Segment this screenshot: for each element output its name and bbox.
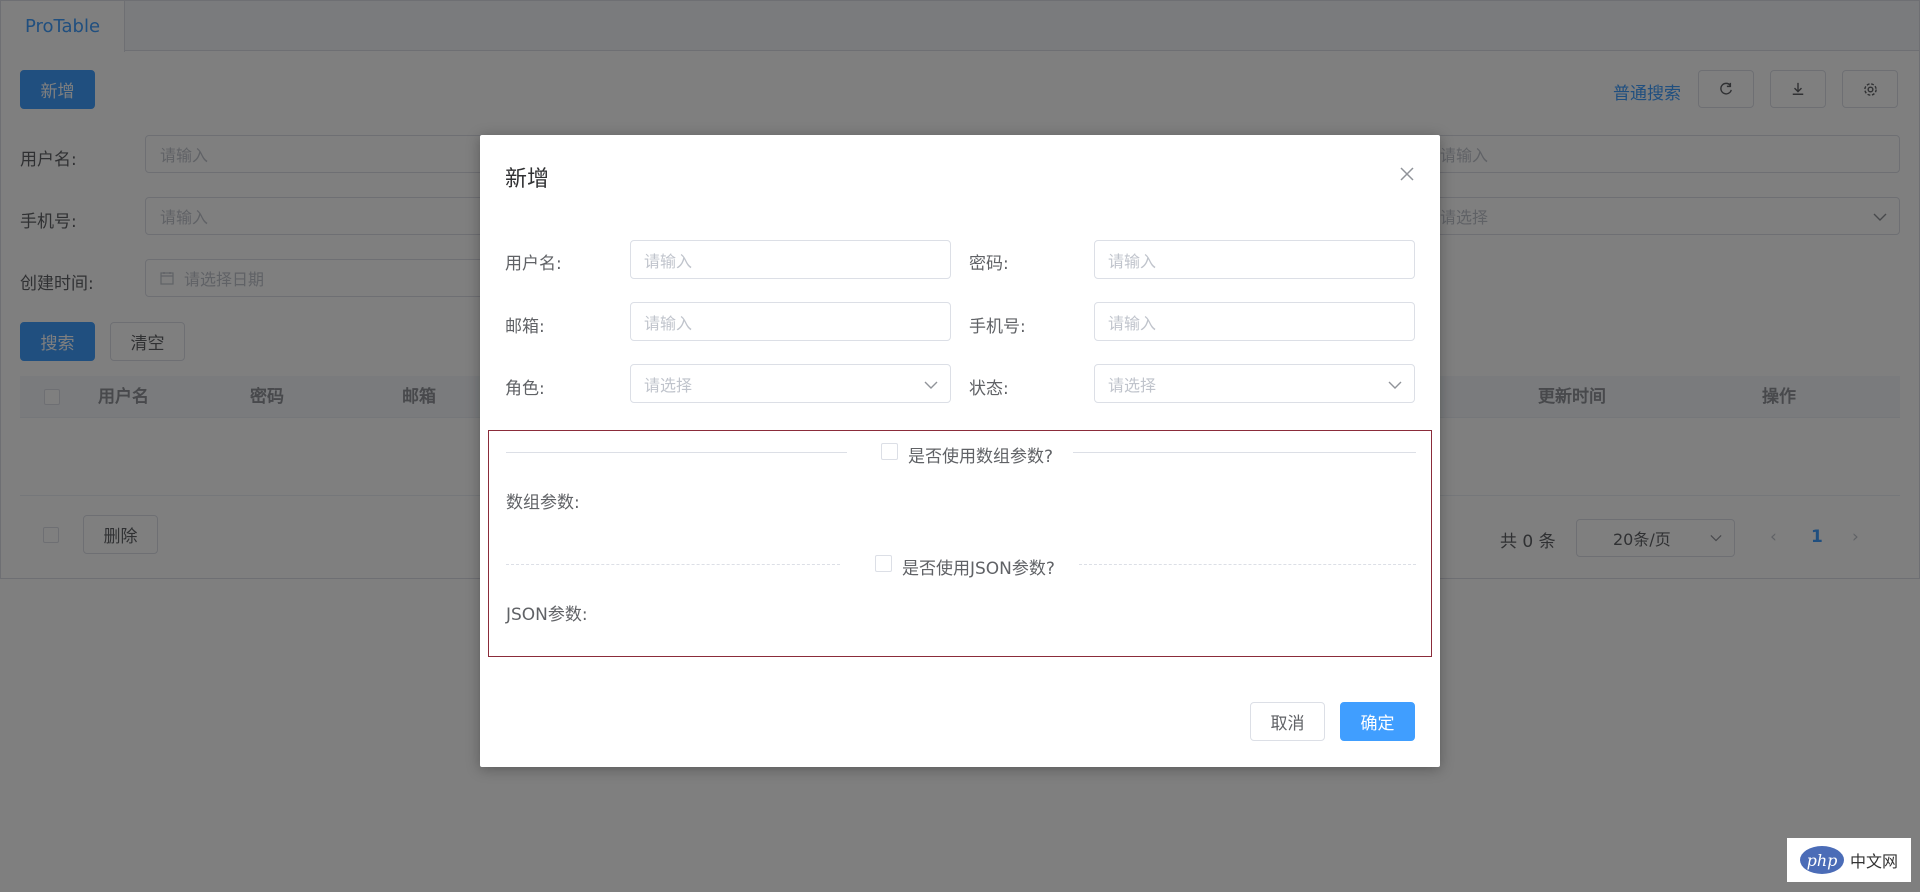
username-input[interactable]: 请输入 — [630, 240, 951, 279]
username-placeholder: 请输入 — [644, 251, 693, 271]
dialog-title: 新增 — [505, 167, 550, 192]
params-section: 是否使用数组参数? 数组参数: 是否使用JSON参数? JSON参数: — [488, 430, 1432, 657]
array-divider-left — [506, 452, 847, 453]
status-placeholder: 请选择 — [1108, 375, 1157, 395]
phone-label: 手机号: — [969, 317, 1026, 337]
password-placeholder: 请输入 — [1108, 251, 1157, 271]
role-label: 角色: — [505, 379, 545, 399]
chevron-down-icon — [924, 381, 938, 389]
status-select[interactable]: 请选择 — [1094, 364, 1415, 403]
site-watermark: php 中文网 — [1787, 838, 1911, 882]
confirm-button[interactable]: 确定 — [1340, 702, 1415, 741]
status-label: 状态: — [969, 379, 1009, 399]
array-params-checkbox[interactable] — [881, 443, 898, 460]
role-select[interactable]: 请选择 — [630, 364, 951, 403]
json-params-label: JSON参数: — [506, 605, 588, 625]
add-dialog: 新增 用户名: 请输入 密码: 请输入 邮箱: 请输入 手机号: 请输入 角色:… — [480, 135, 1440, 767]
role-placeholder: 请选择 — [644, 375, 693, 395]
phone-placeholder: 请输入 — [1108, 313, 1157, 333]
php-logo: php — [1799, 846, 1844, 874]
array-divider-right — [1073, 452, 1416, 453]
password-label: 密码: — [969, 254, 1009, 274]
array-params-label: 数组参数: — [506, 493, 580, 513]
json-params-checkbox[interactable] — [875, 555, 892, 572]
username-label: 用户名: — [505, 254, 562, 274]
phone-input[interactable]: 请输入 — [1094, 302, 1415, 341]
email-placeholder: 请输入 — [644, 313, 693, 333]
array-toggle-label[interactable]: 是否使用数组参数? — [908, 442, 1053, 467]
email-label: 邮箱: — [505, 317, 545, 337]
json-divider-right — [1079, 564, 1416, 565]
password-input[interactable]: 请输入 — [1094, 240, 1415, 279]
json-toggle-label[interactable]: 是否使用JSON参数? — [902, 554, 1055, 579]
cancel-button[interactable]: 取消 — [1250, 702, 1325, 741]
json-divider-left — [506, 564, 840, 565]
email-input[interactable]: 请输入 — [630, 302, 951, 341]
chevron-down-icon — [1388, 381, 1402, 389]
watermark-text: 中文网 — [1849, 852, 1898, 871]
close-icon[interactable] — [1398, 165, 1416, 183]
